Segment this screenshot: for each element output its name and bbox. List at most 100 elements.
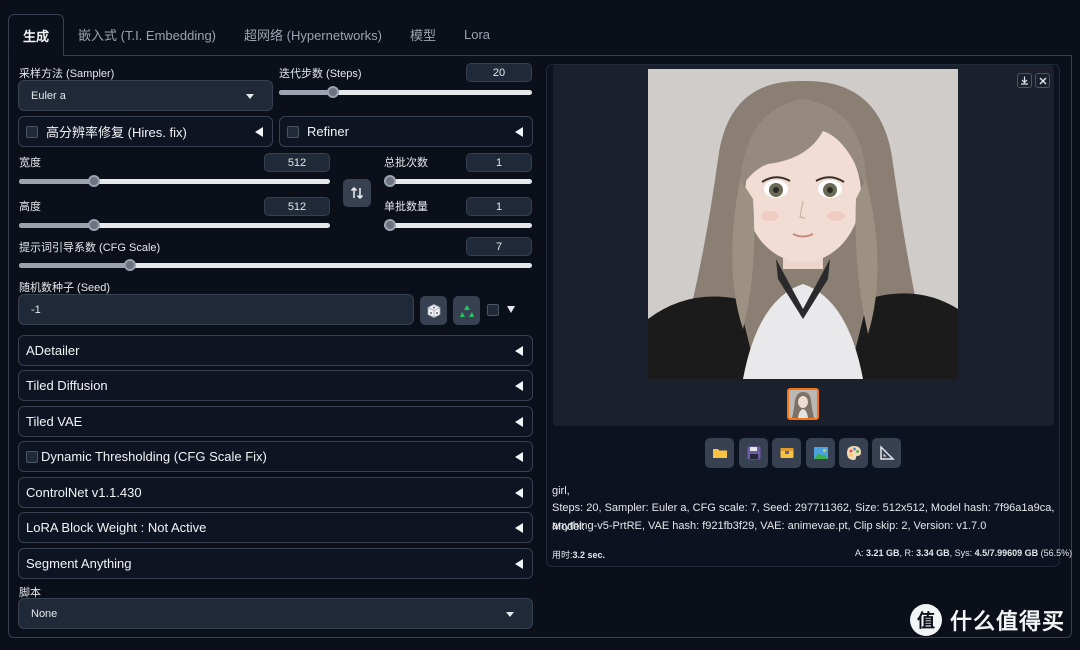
collapse-arrow-icon[interactable] xyxy=(515,380,523,391)
collapse-arrow-icon[interactable] xyxy=(515,558,523,569)
sampler-value: Euler a xyxy=(31,89,66,102)
palette-icon xyxy=(846,446,861,460)
send-to-img2img-button[interactable] xyxy=(806,438,835,468)
script-dropdown[interactable]: None xyxy=(18,598,533,629)
accordion-label: Segment Anything xyxy=(26,556,132,571)
sampler-dropdown[interactable]: Euler a xyxy=(18,80,273,111)
tab-hypernetworks[interactable]: 超网络 (Hypernetworks) xyxy=(230,13,396,55)
mem-a-label: A: xyxy=(855,548,867,558)
generated-image[interactable] xyxy=(648,69,958,379)
collapse-arrow-icon[interactable] xyxy=(515,487,523,498)
accordion-label: ADetailer xyxy=(26,343,80,358)
batch-size-input[interactable]: 1 xyxy=(466,197,532,216)
seed-input[interactable]: -1 xyxy=(18,294,414,325)
slider-thumb[interactable] xyxy=(124,259,137,271)
cfg-input[interactable]: 7 xyxy=(466,237,532,256)
watermark: 值 什么值得买 xyxy=(910,604,1065,636)
send-to-extras-button[interactable] xyxy=(872,438,901,468)
seed-value: -1 xyxy=(31,303,41,316)
height-input[interactable]: 512 xyxy=(264,197,330,216)
swap-vertical-arrows-icon xyxy=(350,186,364,200)
collapse-arrow-icon[interactable] xyxy=(515,416,523,427)
accordion-label: Tiled Diffusion xyxy=(26,378,108,393)
collapse-arrow-icon[interactable] xyxy=(515,126,523,137)
width-input[interactable]: 512 xyxy=(264,153,330,172)
tab-generate[interactable]: 生成 xyxy=(8,14,65,56)
slider-thumb[interactable] xyxy=(384,219,396,231)
script-value: None xyxy=(31,607,58,620)
accordion-lora-block-weight[interactable]: LoRA Block Weight : Not Active xyxy=(18,512,533,543)
recycle-icon xyxy=(459,304,474,317)
image-icon xyxy=(813,447,828,459)
zip-icon xyxy=(780,448,793,458)
collapse-arrow-icon[interactable] xyxy=(255,126,263,137)
time-taken: 用时:3.2 sec. xyxy=(552,548,605,561)
gallery-thumbnail[interactable] xyxy=(787,388,819,420)
send-to-inpaint-button[interactable] xyxy=(839,438,868,468)
collapse-arrow-icon[interactable] xyxy=(515,522,523,533)
memory-usage: A: 3.21 GB, R: 3.34 GB, Sys: 4.5/7.99609… xyxy=(855,548,1072,558)
accordion-label: LoRA Block Weight : Not Active xyxy=(26,520,207,535)
dynamic-thresholding-checkbox[interactable] xyxy=(26,450,38,463)
hires-fix-label: 高分辨率修复 (Hires. fix) xyxy=(46,125,187,140)
width-slider[interactable] xyxy=(19,175,330,187)
seed-extra-checkbox[interactable] xyxy=(487,304,499,316)
folder-icon xyxy=(712,449,727,458)
accordion-controlnet[interactable]: ControlNet v1.1.430 xyxy=(18,477,533,508)
cfg-slider[interactable] xyxy=(19,259,532,271)
slider-thumb[interactable] xyxy=(87,175,100,187)
reuse-seed-button[interactable] xyxy=(453,296,480,325)
batch-size-label: 单批数量 xyxy=(384,201,428,213)
steps-slider[interactable] xyxy=(279,86,532,98)
dice-icon xyxy=(427,303,440,318)
cfg-label: 提示词引导系数 (CFG Scale) xyxy=(19,242,161,254)
open-folder-button[interactable] xyxy=(705,438,734,468)
swap-dimensions-button[interactable] xyxy=(343,179,371,207)
refiner-accordion[interactable]: Refiner xyxy=(279,116,533,147)
accordion-adetailer[interactable]: ADetailer xyxy=(18,335,533,366)
accordion-dynamic-thresholding[interactable]: Dynamic Thresholding (CFG Scale Fix) xyxy=(18,441,533,472)
download-button[interactable] xyxy=(1017,73,1032,88)
refiner-label: Refiner xyxy=(307,124,349,139)
seed-extra-toggle-icon[interactable] xyxy=(507,306,515,313)
save-icon xyxy=(747,446,760,460)
batch-size-slider[interactable] xyxy=(384,219,532,231)
close-button[interactable] xyxy=(1035,73,1050,88)
sampler-label: 采样方法 (Sampler) xyxy=(19,68,115,80)
watermark-logo: 值 xyxy=(910,604,942,636)
height-label: 高度 xyxy=(19,201,41,213)
accordion-label: ControlNet v1.1.430 xyxy=(26,485,142,500)
generation-params-line2: anything-v5-PrtRE, VAE hash: f921fb3f29,… xyxy=(552,520,987,532)
hires-fix-accordion[interactable]: 高分辨率修复 (Hires. fix) xyxy=(18,116,273,147)
save-button[interactable] xyxy=(739,438,768,468)
hires-fix-checkbox[interactable] xyxy=(26,125,38,138)
refiner-checkbox[interactable] xyxy=(287,125,299,138)
slider-thumb[interactable] xyxy=(384,175,396,187)
accordion-tiled-vae[interactable]: Tiled VAE xyxy=(18,406,533,437)
mem-percent: (56.5%) xyxy=(1038,548,1073,558)
batch-count-input[interactable]: 1 xyxy=(466,153,532,172)
accordion-label: Tiled VAE xyxy=(26,414,83,429)
collapse-arrow-icon[interactable] xyxy=(515,451,523,462)
steps-input[interactable]: 20 xyxy=(466,63,532,82)
download-icon xyxy=(1021,76,1028,85)
ruler-icon xyxy=(879,445,895,460)
time-value: 3.2 sec. xyxy=(572,550,606,560)
slider-thumb[interactable] xyxy=(87,219,100,231)
collapse-arrow-icon[interactable] xyxy=(515,345,523,356)
tab-models[interactable]: 模型 xyxy=(396,13,450,55)
batch-count-slider[interactable] xyxy=(384,175,532,187)
random-seed-button[interactable] xyxy=(420,296,447,325)
accordion-label: Dynamic Thresholding (CFG Scale Fix) xyxy=(41,449,267,464)
tab-embedding[interactable]: 嵌入式 (T.I. Embedding) xyxy=(64,13,230,55)
tab-lora[interactable]: Lora xyxy=(450,13,504,55)
mem-sys-value: 4.5/7.99609 GB xyxy=(974,548,1039,558)
zip-button[interactable] xyxy=(772,438,801,468)
steps-label: 迭代步数 (Steps) xyxy=(279,68,362,80)
accordion-tiled-diffusion[interactable]: Tiled Diffusion xyxy=(18,370,533,401)
slider-thumb[interactable] xyxy=(327,86,340,98)
accordion-segment-anything[interactable]: Segment Anything xyxy=(18,548,533,579)
close-icon xyxy=(1039,77,1046,84)
mem-a-value: 3.21 GB xyxy=(866,548,900,558)
height-slider[interactable] xyxy=(19,219,330,231)
